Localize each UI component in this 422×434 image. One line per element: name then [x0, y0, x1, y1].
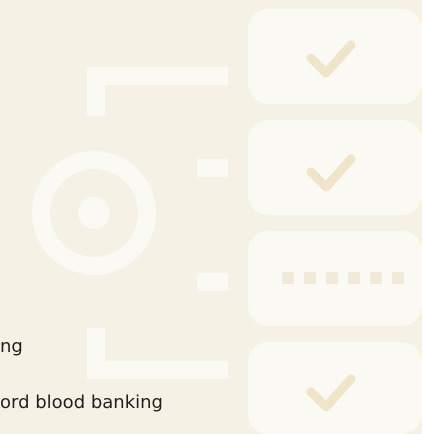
target-icon — [32, 151, 156, 275]
checklist-card-4 — [248, 342, 422, 434]
checklist-card-2 — [248, 120, 422, 215]
checklist-card-3 — [248, 231, 422, 326]
connector-lines — [87, 67, 228, 379]
text-line-1: ng — [0, 336, 23, 357]
text-line-2: ord blood banking — [0, 392, 163, 413]
checklist-card-1 — [248, 9, 422, 104]
decorative-illustration — [32, 9, 422, 434]
